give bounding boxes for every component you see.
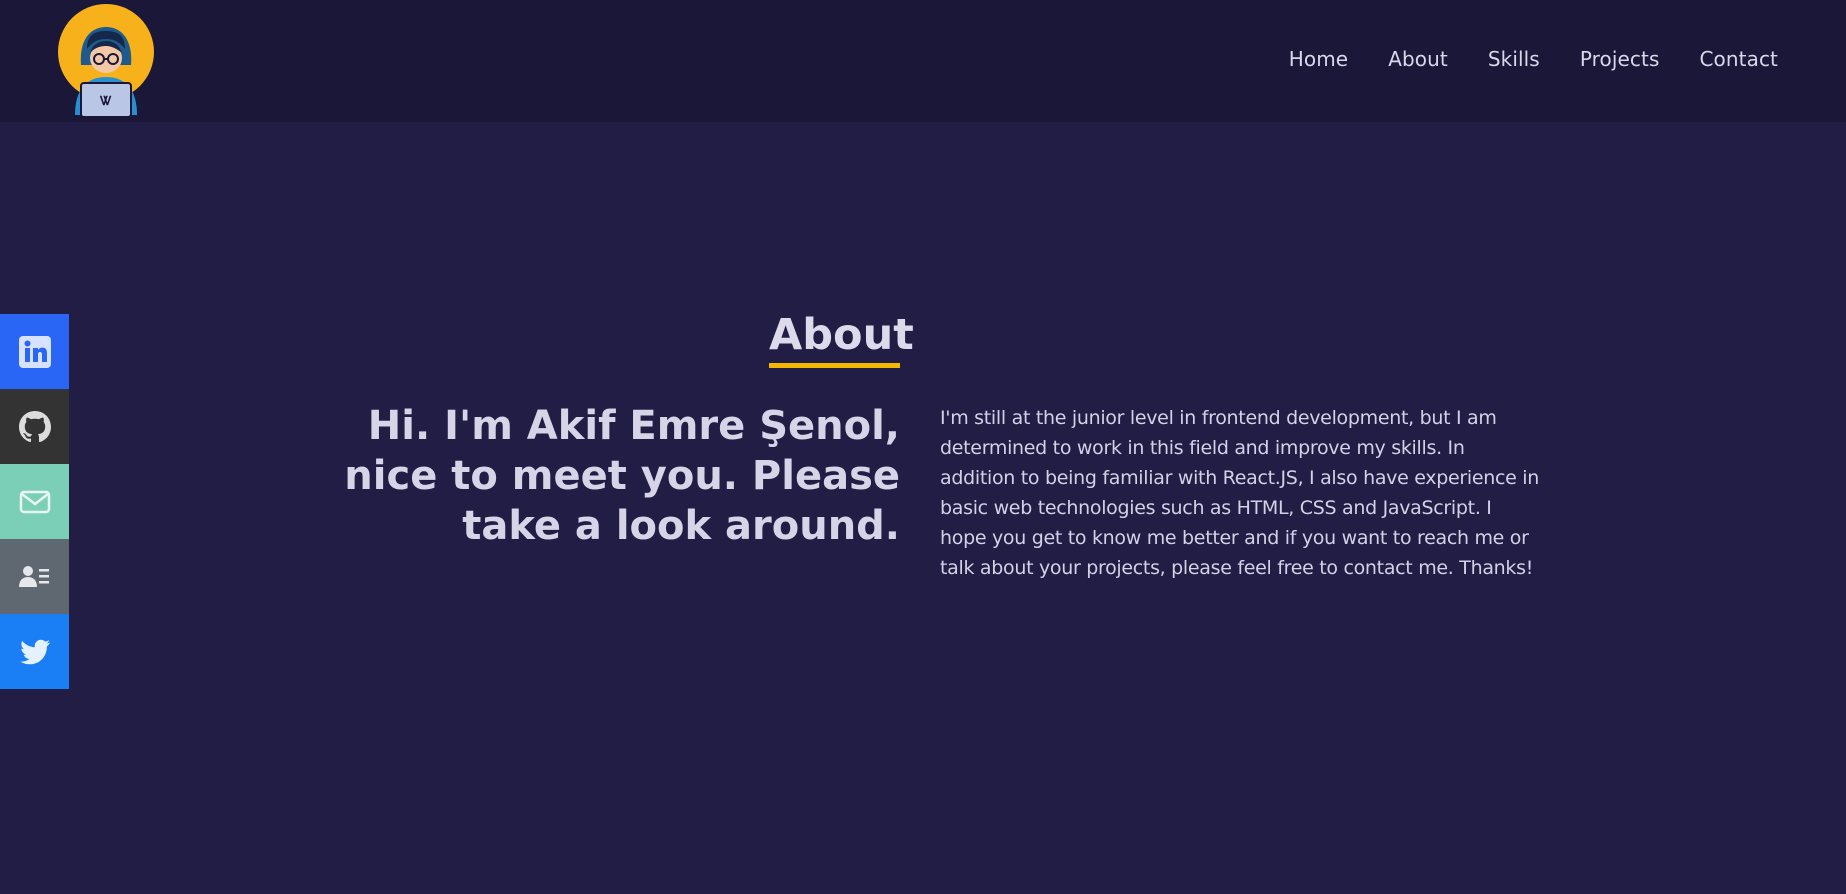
- about-description: I'm still at the junior level in fronten…: [940, 407, 1539, 579]
- intro-heading: Hi. I'm Akif Emre Şenol, nice to meet yo…: [340, 401, 900, 551]
- mail-icon: [19, 490, 50, 513]
- intro-heading-line: Hi. I'm Akif Emre Şenol,: [367, 403, 900, 449]
- linkedin-icon: [18, 335, 51, 368]
- about-title-underline: [769, 363, 900, 368]
- social-sidebar: [0, 314, 69, 689]
- twitter-button[interactable]: [0, 614, 69, 689]
- svg-text:Ꮤ: Ꮤ: [99, 94, 112, 108]
- contact-card-icon: [18, 565, 49, 587]
- nav-menu: Home About Skills Projects Contact: [1289, 47, 1778, 71]
- nav-projects-link[interactable]: Projects: [1580, 47, 1660, 71]
- nav-home-link[interactable]: Home: [1289, 47, 1348, 71]
- logo-avatar[interactable]: Ꮤ: [57, 3, 155, 118]
- navbar: Ꮤ Home About Skills Projects Contact: [0, 0, 1846, 122]
- about-title: About: [769, 310, 914, 360]
- nav-about-link[interactable]: About: [1388, 47, 1448, 71]
- twitter-icon: [19, 639, 50, 664]
- github-button[interactable]: [0, 389, 69, 464]
- email-button[interactable]: [0, 464, 69, 539]
- linkedin-button[interactable]: [0, 314, 69, 389]
- intro-heading-line: take a look around.: [462, 503, 900, 549]
- resume-button[interactable]: [0, 539, 69, 614]
- nav-contact-link[interactable]: Contact: [1699, 47, 1778, 71]
- github-icon: [18, 410, 51, 442]
- nav-skills-link[interactable]: Skills: [1488, 47, 1540, 71]
- intro-heading-line: nice to meet you. Please: [344, 453, 900, 499]
